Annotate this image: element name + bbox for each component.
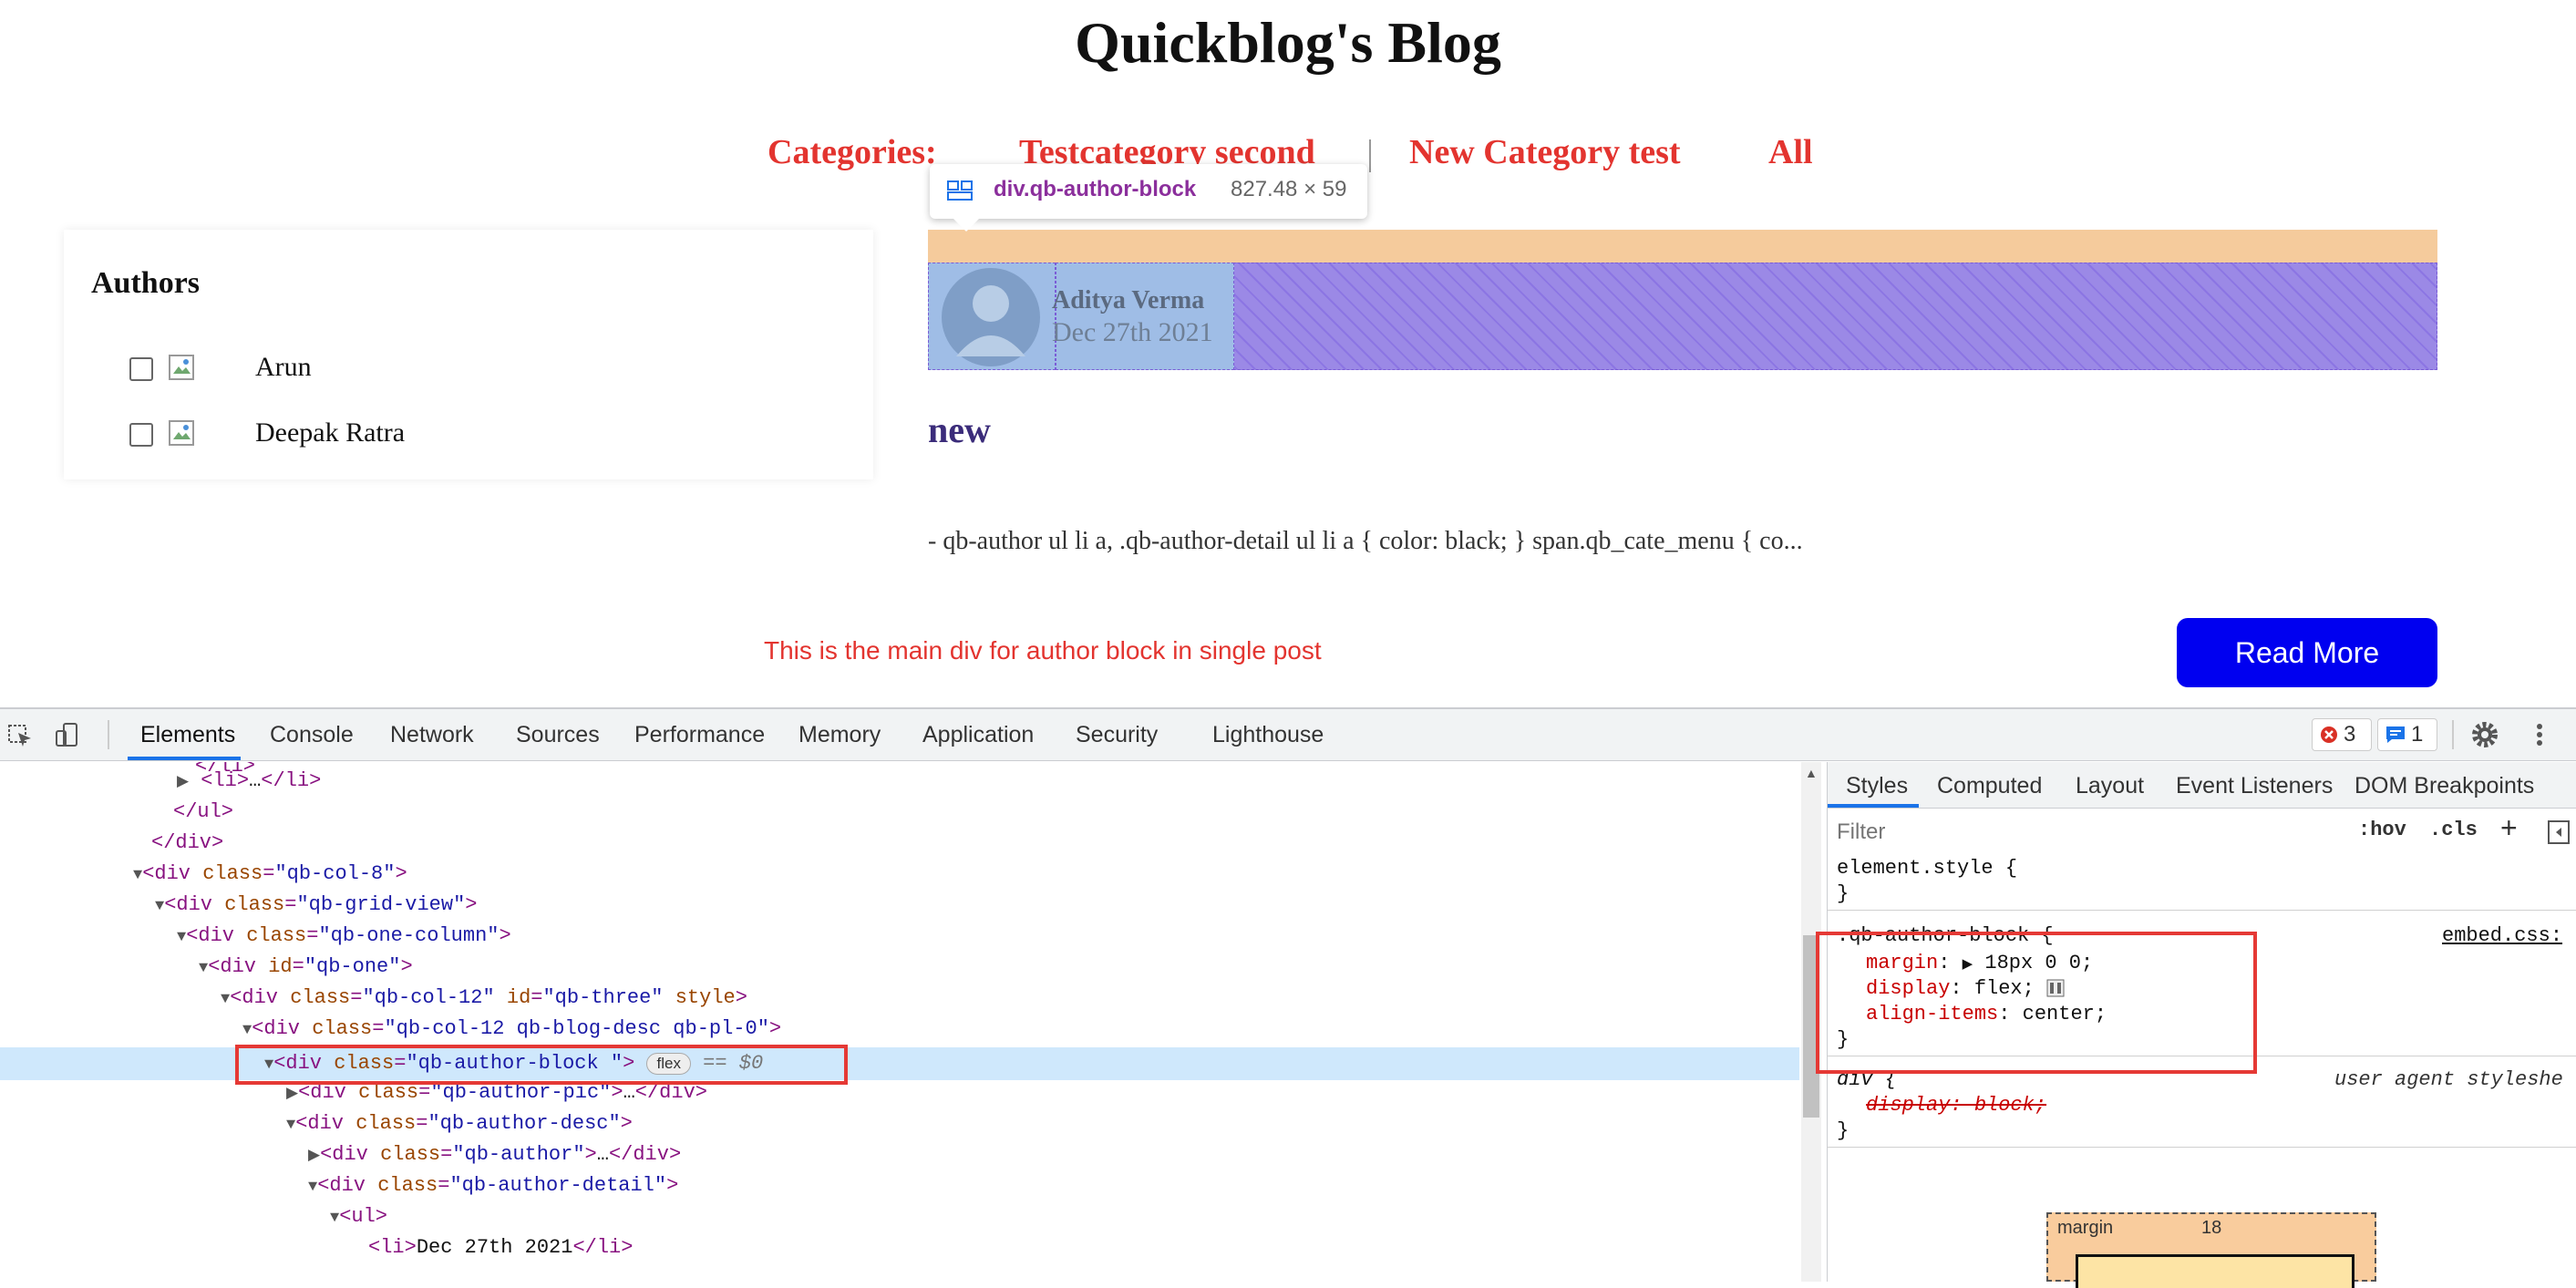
devtools-tabbar: Elements Console Network Sources Perform… (0, 709, 2576, 761)
tooltip-selector: div.qb-author-block (994, 177, 1197, 201)
element-style-selector[interactable]: element.style { (1837, 857, 2017, 880)
toggle-sidebar-icon[interactable] (2548, 820, 2570, 844)
read-more-button[interactable]: Read More (2177, 618, 2437, 687)
active-tab-indicator (128, 757, 241, 760)
box-model-diagram[interactable]: margin 18 (2046, 1212, 2376, 1288)
author-name: Arun (255, 352, 312, 382)
error-count: 3 (2344, 722, 2356, 747)
tab-dom-breakpoints[interactable]: DOM Breakpoints (2354, 773, 2534, 799)
tab-sources[interactable]: Sources (516, 722, 600, 748)
post-excerpt: - qb-author ul li a, .qb-author-detail u… (928, 527, 1803, 555)
active-styles-tab-indicator (1828, 804, 1919, 808)
tabbar-divider (2452, 720, 2454, 749)
tab-event-listeners[interactable]: Event Listeners (2176, 773, 2333, 799)
inspect-tooltip: div.qb-author-block 827.48 × 59 (930, 164, 1367, 232)
ua-declaration-display[interactable]: display: block; (1866, 1094, 2046, 1117)
dom-node[interactable]: ▶<div class="qb-author">…</div> (308, 1139, 681, 1170)
tab-security[interactable]: Security (1076, 722, 1158, 748)
hov-toggle[interactable]: :hov (2358, 819, 2406, 841)
rule-divider (1828, 1147, 2576, 1148)
box-model-margin-top[interactable]: 18 (2201, 1218, 2221, 1239)
box-model-border (2076, 1254, 2354, 1288)
dom-node[interactable]: ▼<div class="qb-col-12" id="qb-three" st… (221, 983, 747, 1014)
message-count: 1 (2411, 722, 2424, 747)
message-count-badge[interactable]: 1 (2377, 718, 2437, 751)
post-author-name[interactable]: Aditya Verma (1052, 286, 1204, 315)
author-name: Deepak Ratra (255, 417, 406, 448)
dom-node[interactable]: </ul> (173, 797, 233, 828)
rule-close-brace: } (1837, 882, 1850, 905)
tab-network[interactable]: Network (390, 722, 474, 748)
tabbar-divider (108, 720, 109, 749)
error-icon (2321, 726, 2337, 743)
authors-title: Authors (91, 266, 201, 300)
tooltip-size: 827.48 × 59 (1231, 177, 1347, 201)
post-date: Dec 27th 2021 (1052, 317, 1213, 347)
new-style-rule-icon[interactable]: + (2500, 811, 2518, 845)
scroll-up-icon[interactable]: ▲ (1805, 766, 1818, 780)
tab-elements[interactable]: Elements (140, 722, 235, 748)
broken-image-icon (169, 355, 194, 380)
page-title: Quickblog's Blog (1075, 10, 1501, 75)
annotation-box-css (1816, 932, 2257, 1074)
flex-layout-icon (947, 180, 973, 201)
message-icon (2386, 726, 2405, 743)
rule-close-brace: } (1837, 1119, 1850, 1142)
styles-filter-input[interactable] (1835, 813, 2349, 851)
rule-source-link[interactable]: embed.css: (2442, 924, 2562, 947)
category-separator (1369, 139, 1371, 172)
more-options-icon[interactable] (2525, 720, 2554, 749)
dom-node[interactable]: <li>Dec 27th 2021</li> (368, 1232, 633, 1263)
dom-node[interactable]: ▼<div class="qb-col-8"> (133, 859, 407, 890)
author-checkbox[interactable] (129, 423, 153, 447)
dom-node[interactable]: ▼<div class="qb-author-detail"> (308, 1170, 678, 1201)
ua-rule-source: user agent styleshe (2334, 1068, 2563, 1091)
box-model-margin-label: margin (2057, 1218, 2114, 1238)
dom-node[interactable]: ▼<div class="qb-author-desc"> (286, 1108, 633, 1139)
author-checkbox[interactable] (129, 357, 153, 381)
avatar-icon (942, 268, 1040, 366)
dom-node[interactable]: ▼<div class="qb-one-column"> (177, 921, 511, 952)
authors-widget: Authors Arun Deepak Ratra (64, 230, 873, 479)
dom-tree: </li> ▶ <li>…</li> </ul> </div> ▼<div cl… (0, 762, 1799, 1282)
dom-node[interactable]: ▼<div class="qb-grid-view"> (155, 890, 477, 921)
inspect-element-icon[interactable] (5, 720, 35, 749)
tooltip-arrow (953, 219, 979, 232)
rule-divider (1828, 910, 2576, 911)
error-count-badge[interactable]: 3 (2312, 718, 2372, 751)
cls-toggle[interactable]: .cls (2429, 819, 2478, 841)
tab-lighthouse[interactable]: Lighthouse (1212, 722, 1324, 748)
author-block-margin-overlay (928, 230, 2437, 263)
broken-image-icon (169, 420, 194, 446)
tab-styles[interactable]: Styles (1846, 773, 1908, 799)
gear-icon[interactable] (2470, 720, 2499, 749)
category-link-new-category-test[interactable]: New Category test (1409, 132, 1681, 172)
annotation-box-dom (235, 1045, 848, 1085)
dom-node[interactable]: ▼<div id="qb-one"> (199, 952, 413, 983)
tab-computed[interactable]: Computed (1937, 773, 2042, 799)
tab-console[interactable]: Console (270, 722, 354, 748)
categories-label: Categories: (768, 133, 937, 171)
dom-node[interactable]: ▼<div class="qb-col-12 qb-blog-desc qb-p… (242, 1014, 781, 1045)
dom-node[interactable]: ▶ <li>…</li> (177, 766, 321, 797)
devtools-panel: Elements Console Network Sources Perform… (0, 707, 2576, 1288)
category-link-all[interactable]: All (1768, 132, 1813, 172)
tab-application[interactable]: Application (922, 722, 1034, 748)
styles-tabbar: Styles Computed Layout Event Listeners D… (1828, 762, 2576, 809)
author-pic (928, 263, 1056, 370)
author-desc-highlight (1056, 263, 1234, 370)
dom-node[interactable]: </div> (151, 828, 223, 859)
device-toolbar-icon[interactable] (53, 720, 82, 749)
annotation-note: This is the main div for author block in… (764, 636, 1322, 665)
dom-node[interactable]: ▼<ul> (330, 1201, 387, 1232)
tab-performance[interactable]: Performance (634, 722, 765, 748)
post-title[interactable]: new (928, 408, 991, 451)
tab-layout[interactable]: Layout (2076, 773, 2144, 799)
tab-memory[interactable]: Memory (799, 722, 881, 748)
